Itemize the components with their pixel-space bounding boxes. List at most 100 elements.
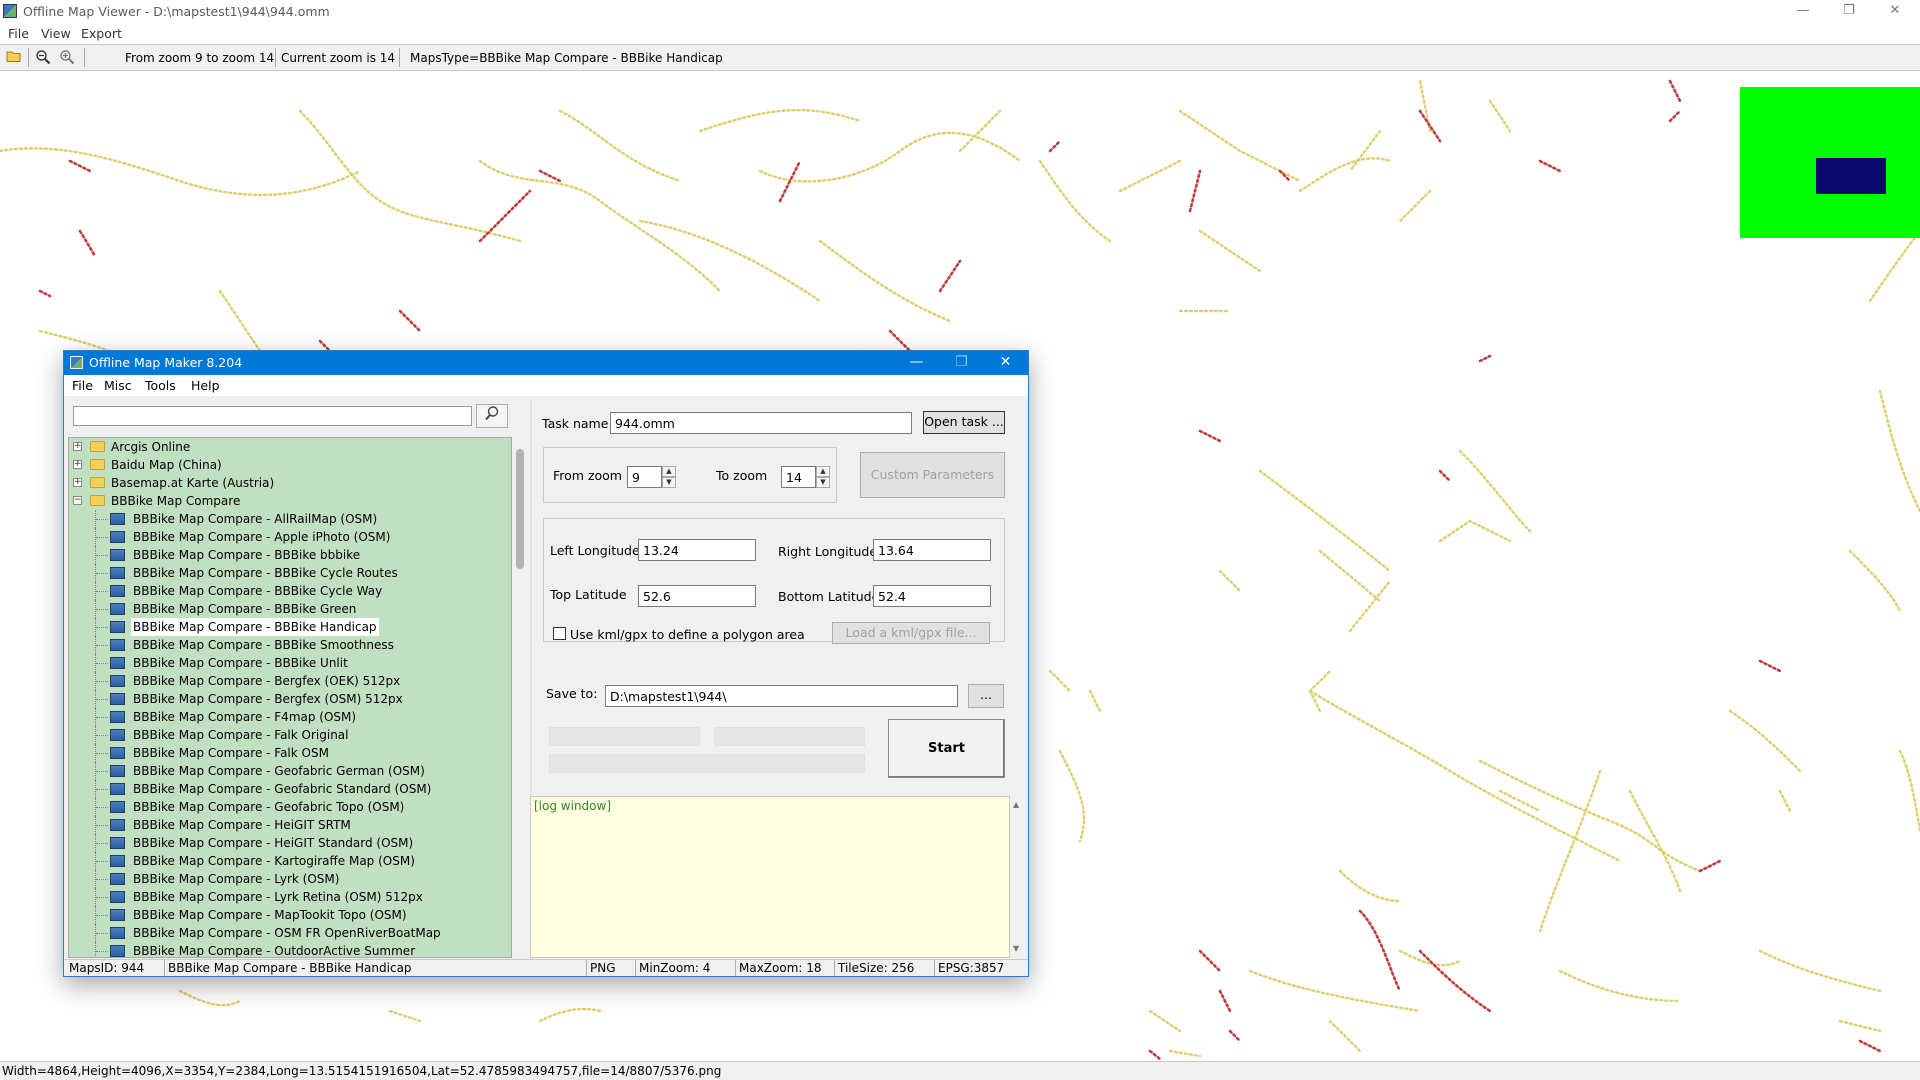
tree-folder-label: Arcgis Online <box>111 440 191 454</box>
close-button[interactable]: ✕ <box>1872 0 1918 24</box>
overview-minimap[interactable] <box>1740 87 1920 238</box>
tree-map-item-label: BBBike Map Compare - Lyrk (OSM) <box>133 872 340 886</box>
search-icon <box>485 406 499 421</box>
browse-folder-button[interactable]: ... <box>968 684 1004 708</box>
tree-map-item[interactable]: BBBike Map Compare - BBBike Cycle Routes <box>69 564 511 582</box>
kml-polygon-checkbox[interactable] <box>553 627 566 640</box>
tree-map-item[interactable]: BBBike Map Compare - HeiGIT SRTM <box>69 816 511 834</box>
map-layer-icon <box>110 657 125 669</box>
tree-map-item[interactable]: BBBike Map Compare - Geofabric German (O… <box>69 762 511 780</box>
tree-map-item[interactable]: BBBike Map Compare - BBBike Smoothness <box>69 636 511 654</box>
expand-icon[interactable]: + <box>73 478 82 487</box>
tree-map-item[interactable]: BBBike Map Compare - Geofabric Topo (OSM… <box>69 798 511 816</box>
tree-map-item[interactable]: BBBike Map Compare - BBBike bbbike <box>69 546 511 564</box>
start-button[interactable]: Start <box>888 719 1005 778</box>
coordinate-readout: Width=4864,Height=4096,X=3354,Y=2384,Lon… <box>2 1064 722 1078</box>
tree-folder-label: Basemap.at Karte (Austria) <box>111 476 275 490</box>
log-scroll-down-icon[interactable]: ▼ <box>1013 944 1019 953</box>
expand-icon[interactable]: + <box>73 442 82 451</box>
from-zoom-label: From zoom <box>553 468 622 483</box>
maker-menu-file[interactable]: File <box>72 378 93 393</box>
tree-map-item-label: BBBike Map Compare - Bergfex (OEK) 512px <box>133 674 401 688</box>
maker-close-button[interactable]: ✕ <box>983 351 1028 375</box>
tree-map-item[interactable]: BBBike Map Compare - MapTookit Topo (OSM… <box>69 906 511 924</box>
tree-map-item[interactable]: BBBike Map Compare - Geofabric Standard … <box>69 780 511 798</box>
bottom-latitude-input[interactable] <box>873 585 991 607</box>
tree-map-item-label: BBBike Map Compare - OutdoorActive Summe… <box>133 944 416 958</box>
tree-scrollbar[interactable] <box>512 437 528 958</box>
maker-maximize-button[interactable]: ❐ <box>939 351 984 375</box>
log-scrollbar[interactable]: ▲ ▼ <box>1010 796 1026 958</box>
tree-folder[interactable]: + Basemap.at Karte (Austria) <box>69 474 511 492</box>
tree-map-item[interactable]: BBBike Map Compare - Lyrk Retina (OSM) 5… <box>69 888 511 906</box>
tree-map-item-label: BBBike Map Compare - Geofabric Topo (OSM… <box>133 800 405 814</box>
tree-map-item[interactable]: BBBike Map Compare - HeiGIT Standard (OS… <box>69 834 511 852</box>
tree-map-item-label: BBBike Map Compare - HeiGIT Standard (OS… <box>133 836 414 850</box>
maker-menu-tools[interactable]: Tools <box>145 378 176 393</box>
tree-map-item[interactable]: BBBike Map Compare - OSM FR OpenRiverBoa… <box>69 924 511 942</box>
save-to-input[interactable] <box>605 685 958 707</box>
map-layer-icon <box>110 729 125 741</box>
left-longitude-input[interactable] <box>638 539 756 561</box>
map-search-input[interactable] <box>73 406 472 426</box>
menu-file[interactable]: File <box>8 26 29 41</box>
status-epsg: EPSG:3857 <box>938 961 1005 975</box>
overview-viewport-box[interactable] <box>1816 158 1886 194</box>
from-zoom-input[interactable] <box>627 466 662 488</box>
open-folder-icon[interactable] <box>5 49 23 67</box>
status-max-zoom: MaxZoom: 18 <box>739 961 822 975</box>
kml-polygon-label: Use kml/gpx to define a polygon area <box>570 627 805 642</box>
tree-map-item[interactable]: BBBike Map Compare - BBBike Cycle Way <box>69 582 511 600</box>
tree-map-item[interactable]: BBBike Map Compare - BBBike Unlit <box>69 654 511 672</box>
tree-folder[interactable]: + Baidu Map (China) <box>69 456 511 474</box>
tree-map-item[interactable]: BBBike Map Compare - Lyrk (OSM) <box>69 870 511 888</box>
to-zoom-down-button[interactable]: ▼ <box>816 477 830 488</box>
from-zoom-down-button[interactable]: ▼ <box>662 477 676 488</box>
tree-scrollbar-thumb[interactable] <box>516 449 524 569</box>
load-kml-button[interactable]: Load a kml/gpx file... <box>832 622 990 644</box>
tree-folder[interactable]: + Arcgis Online <box>69 438 511 456</box>
zoom-in-icon[interactable] <box>58 49 76 67</box>
log-window[interactable]: [log window] <box>530 796 1010 958</box>
tree-map-item[interactable]: BBBike Map Compare - Falk OSM <box>69 744 511 762</box>
zoom-out-icon[interactable] <box>34 49 52 67</box>
top-latitude-input[interactable] <box>638 585 756 607</box>
tree-map-item[interactable]: BBBike Map Compare - OutdoorActive Summe… <box>69 942 511 958</box>
custom-parameters-button[interactable]: Custom Parameters <box>860 452 1005 498</box>
collapse-icon[interactable]: − <box>73 496 82 505</box>
maker-menu-misc[interactable]: Misc <box>104 378 132 393</box>
map-layer-icon <box>110 711 125 723</box>
tree-map-item[interactable]: BBBike Map Compare - Falk Original <box>69 726 511 744</box>
minimize-button[interactable]: — <box>1780 0 1826 24</box>
maker-menu-help[interactable]: Help <box>191 378 220 393</box>
tree-map-item[interactable]: BBBike Map Compare - Bergfex (OEK) 512px <box>69 672 511 690</box>
log-text: [log window] <box>534 799 611 813</box>
expand-icon[interactable]: + <box>73 460 82 469</box>
tree-map-item-label: BBBike Map Compare - MapTookit Topo (OSM… <box>133 908 407 922</box>
tree-map-item[interactable]: BBBike Map Compare - BBBike Green <box>69 600 511 618</box>
tree-map-item[interactable]: BBBike Map Compare - Bergfex (OSM) 512px <box>69 690 511 708</box>
tree-folder[interactable]: − BBBike Map Compare <box>69 492 511 510</box>
tree-map-item-label: BBBike Map Compare - Geofabric Standard … <box>133 782 432 796</box>
task-name-input[interactable] <box>610 412 912 434</box>
map-source-tree[interactable]: + Arcgis Online + Baidu Map (China) + Basemap… <box>68 437 512 958</box>
menu-export[interactable]: Export <box>81 26 122 41</box>
tree-map-item[interactable]: BBBike Map Compare - BBBike Handicap <box>69 618 511 636</box>
restore-button[interactable]: ❐ <box>1826 0 1872 24</box>
tree-map-item[interactable]: BBBike Map Compare - AllRailMap (OSM) <box>69 510 511 528</box>
tree-map-item[interactable]: BBBike Map Compare - F4map (OSM) <box>69 708 511 726</box>
menu-view[interactable]: View <box>41 26 71 41</box>
map-layer-icon <box>110 603 125 615</box>
tree-map-item[interactable]: BBBike Map Compare - Kartogiraffe Map (O… <box>69 852 511 870</box>
maker-minimize-button[interactable]: — <box>894 351 939 375</box>
to-zoom-up-button[interactable]: ▲ <box>816 466 830 477</box>
status-format: PNG <box>590 961 616 975</box>
search-button[interactable] <box>476 404 508 428</box>
to-zoom-input[interactable] <box>781 466 816 488</box>
open-task-button[interactable]: Open task ... <box>923 411 1005 434</box>
tree-map-item-label: BBBike Map Compare - BBBike bbbike <box>133 548 361 562</box>
log-scroll-up-icon[interactable]: ▲ <box>1013 800 1019 809</box>
tree-map-item[interactable]: BBBike Map Compare - Apple iPhoto (OSM) <box>69 528 511 546</box>
from-zoom-up-button[interactable]: ▲ <box>662 466 676 477</box>
right-longitude-input[interactable] <box>873 539 991 561</box>
